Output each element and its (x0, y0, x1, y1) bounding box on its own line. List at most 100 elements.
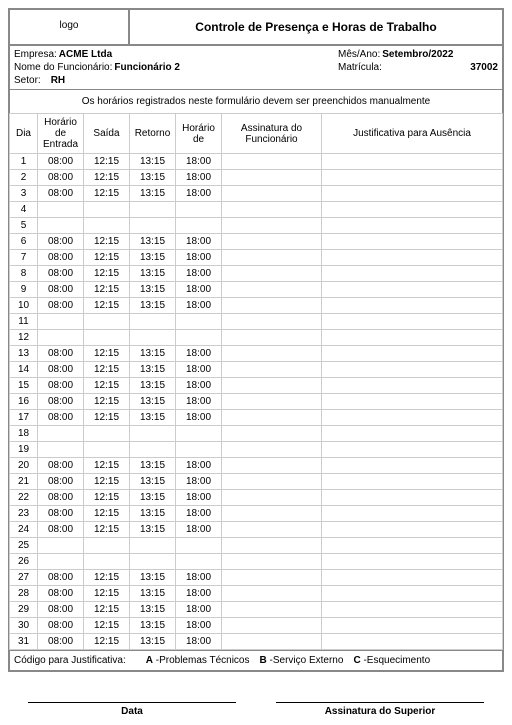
table-row: 208:0012:1513:1518:00 (10, 170, 503, 186)
cell-justificativa (322, 202, 503, 218)
cell-retorno: 13:15 (130, 602, 176, 618)
col-horario-de: Horário de (176, 114, 222, 154)
cell-fim: 18:00 (176, 234, 222, 250)
cell-justificativa (322, 298, 503, 314)
cell-dia: 12 (10, 330, 38, 346)
cell-saida: 12:15 (84, 410, 130, 426)
cell-retorno: 13:15 (130, 250, 176, 266)
cell-saida: 12:15 (84, 362, 130, 378)
table-row: 1708:0012:1513:1518:00 (10, 410, 503, 426)
table-row: 25 (10, 538, 503, 554)
timesheet-document: logo Controle de Presença e Horas de Tra… (8, 8, 504, 672)
cell-entrada: 08:00 (38, 490, 84, 506)
cell-assinatura (222, 538, 322, 554)
cell-saida (84, 538, 130, 554)
cell-retorno: 13:15 (130, 346, 176, 362)
signature-row: Data Assinatura do Superior (8, 702, 504, 717)
cell-fim: 18:00 (176, 506, 222, 522)
cell-justificativa (322, 314, 503, 330)
document-title: Controle de Presença e Horas de Trabalho (129, 9, 503, 45)
table-row: 26 (10, 554, 503, 570)
table-row: 12 (10, 330, 503, 346)
cell-justificativa (322, 570, 503, 586)
cell-entrada: 08:00 (38, 346, 84, 362)
attendance-table: Dia Horário de Entrada Saída Retorno Hor… (9, 113, 503, 650)
cell-entrada: 08:00 (38, 250, 84, 266)
cell-entrada: 08:00 (38, 186, 84, 202)
cell-dia: 26 (10, 554, 38, 570)
cell-justificativa (322, 282, 503, 298)
cell-saida: 12:15 (84, 234, 130, 250)
cell-assinatura (222, 506, 322, 522)
cell-fim (176, 554, 222, 570)
cell-justificativa (322, 378, 503, 394)
mesano-value: Setembro/2022 (382, 49, 453, 60)
cell-retorno: 13:15 (130, 410, 176, 426)
cell-retorno: 13:15 (130, 458, 176, 474)
table-row: 1508:0012:1513:1518:00 (10, 378, 503, 394)
cell-entrada: 08:00 (38, 474, 84, 490)
cell-saida: 12:15 (84, 522, 130, 538)
cell-dia: 9 (10, 282, 38, 298)
table-row: 5 (10, 218, 503, 234)
cell-retorno (130, 314, 176, 330)
cell-fim (176, 314, 222, 330)
cell-retorno: 13:15 (130, 506, 176, 522)
col-entrada: Horário de Entrada (38, 114, 84, 154)
cell-assinatura (222, 330, 322, 346)
cell-justificativa (322, 426, 503, 442)
cell-assinatura (222, 522, 322, 538)
cell-saida: 12:15 (84, 618, 130, 634)
mesano-label: Mês/Ano: (338, 49, 380, 60)
cell-saida (84, 330, 130, 346)
cell-entrada: 08:00 (38, 154, 84, 170)
cell-entrada (38, 330, 84, 346)
cell-justificativa (322, 266, 503, 282)
cell-justificativa (322, 154, 503, 170)
cell-assinatura (222, 570, 322, 586)
cell-assinatura (222, 298, 322, 314)
cell-dia: 31 (10, 634, 38, 650)
cell-entrada: 08:00 (38, 522, 84, 538)
col-retorno: Retorno (130, 114, 176, 154)
matricula-label: Matrícula: (338, 62, 382, 73)
cell-fim (176, 538, 222, 554)
cell-justificativa (322, 538, 503, 554)
cell-fim: 18:00 (176, 186, 222, 202)
cell-entrada (38, 554, 84, 570)
cell-saida (84, 554, 130, 570)
cell-retorno: 13:15 (130, 490, 176, 506)
cell-fim: 18:00 (176, 362, 222, 378)
cell-retorno (130, 426, 176, 442)
cell-assinatura (222, 490, 322, 506)
cell-dia: 16 (10, 394, 38, 410)
col-assinatura: Assinatura do Funcionário (222, 114, 322, 154)
cell-fim: 18:00 (176, 458, 222, 474)
cell-saida: 12:15 (84, 282, 130, 298)
cell-retorno: 13:15 (130, 234, 176, 250)
cell-justificativa (322, 250, 503, 266)
cell-entrada: 08:00 (38, 282, 84, 298)
cell-fim: 18:00 (176, 346, 222, 362)
cell-retorno: 13:15 (130, 362, 176, 378)
cell-saida (84, 314, 130, 330)
table-row: 3108:0012:1513:1518:00 (10, 634, 503, 650)
col-justificativa: Justificativa para Ausência (322, 114, 503, 154)
cell-saida: 12:15 (84, 586, 130, 602)
table-row: 2208:0012:1513:1518:00 (10, 490, 503, 506)
cell-dia: 17 (10, 410, 38, 426)
cell-fim: 18:00 (176, 378, 222, 394)
cell-retorno: 13:15 (130, 634, 176, 650)
cell-fim: 18:00 (176, 634, 222, 650)
table-row: 1008:0012:1513:1518:00 (10, 298, 503, 314)
cell-entrada: 08:00 (38, 634, 84, 650)
table-row: 2308:0012:1513:1518:00 (10, 506, 503, 522)
cell-justificativa (322, 410, 503, 426)
cell-entrada: 08:00 (38, 234, 84, 250)
cell-retorno (130, 330, 176, 346)
cell-fim: 18:00 (176, 410, 222, 426)
cell-saida: 12:15 (84, 634, 130, 650)
cell-assinatura (222, 186, 322, 202)
cell-assinatura (222, 602, 322, 618)
cell-assinatura (222, 618, 322, 634)
